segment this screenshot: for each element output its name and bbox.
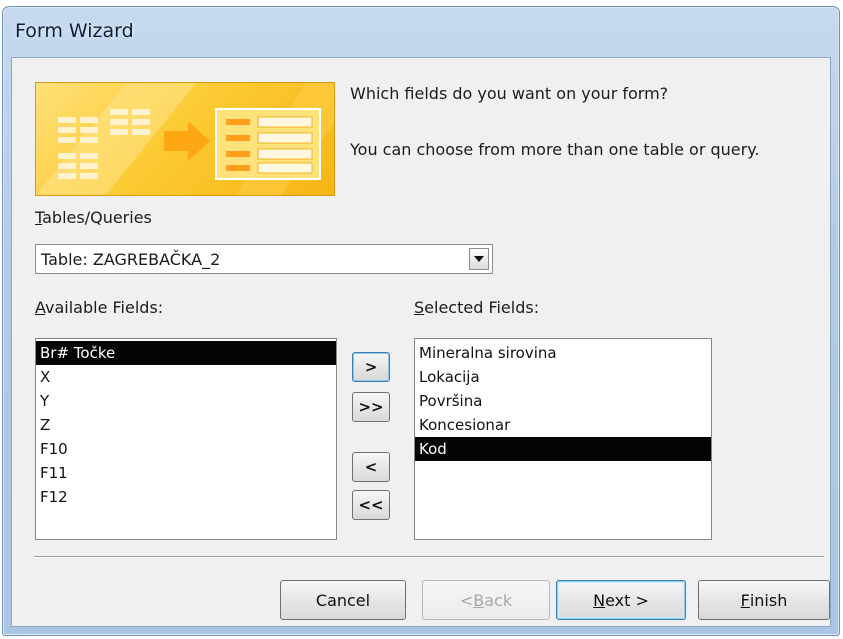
footer-divider [34,556,824,558]
list-item[interactable]: Površina [415,389,711,413]
available-fields-label: Available Fields: [35,298,164,317]
list-item[interactable]: Mineralna sirovina [415,341,711,365]
finish-button[interactable]: Finish [698,580,830,620]
cancel-button[interactable]: Cancel [280,580,406,620]
window-title: Form Wizard [15,20,134,42]
wizard-banner-illustration [35,82,335,196]
table-to-form-icon [36,83,334,195]
add-all-fields-button[interactable]: >> [352,392,390,422]
dropdown-arrow-button[interactable] [469,248,489,270]
list-item[interactable]: F11 [36,461,336,485]
remove-field-button[interactable]: < [352,452,390,482]
selected-fields-list[interactable]: Mineralna sirovina Lokacija Površina Kon… [414,338,712,540]
chevron-down-icon [474,256,484,262]
tables-queries-value: Table: ZAGREBAČKA_2 [41,250,221,269]
list-item[interactable]: Lokacija [415,365,711,389]
list-item[interactable]: F12 [36,485,336,509]
back-button[interactable]: < Back [422,580,550,620]
title-bar[interactable]: Form Wizard [3,7,839,55]
tables-queries-label: Tables/Queries [35,208,152,227]
list-item[interactable]: Koncesionar [415,413,711,437]
list-item[interactable]: X [36,365,336,389]
list-item[interactable]: F10 [36,437,336,461]
remove-all-fields-button[interactable]: << [352,490,390,520]
wizard-body: Which fields do you want on your form? Y… [11,57,831,627]
form-wizard-window: Form Wizard Which fields do you want on … [2,6,840,636]
available-fields-list[interactable]: Br# Točke X Y Z F10 F11 F12 [35,338,337,540]
wizard-subtitle: You can choose from more than one table … [350,140,760,159]
list-item[interactable]: Y [36,389,336,413]
next-button[interactable]: Next > [556,580,686,620]
add-field-button[interactable]: > [352,352,390,382]
list-item[interactable]: Br# Točke [36,341,336,365]
wizard-question: Which fields do you want on your form? [350,84,669,103]
list-item[interactable]: Kod [415,437,711,461]
selected-fields-label: Selected Fields: [414,298,540,317]
list-item[interactable]: Z [36,413,336,437]
tables-queries-dropdown[interactable]: Table: ZAGREBAČKA_2 [35,244,493,274]
